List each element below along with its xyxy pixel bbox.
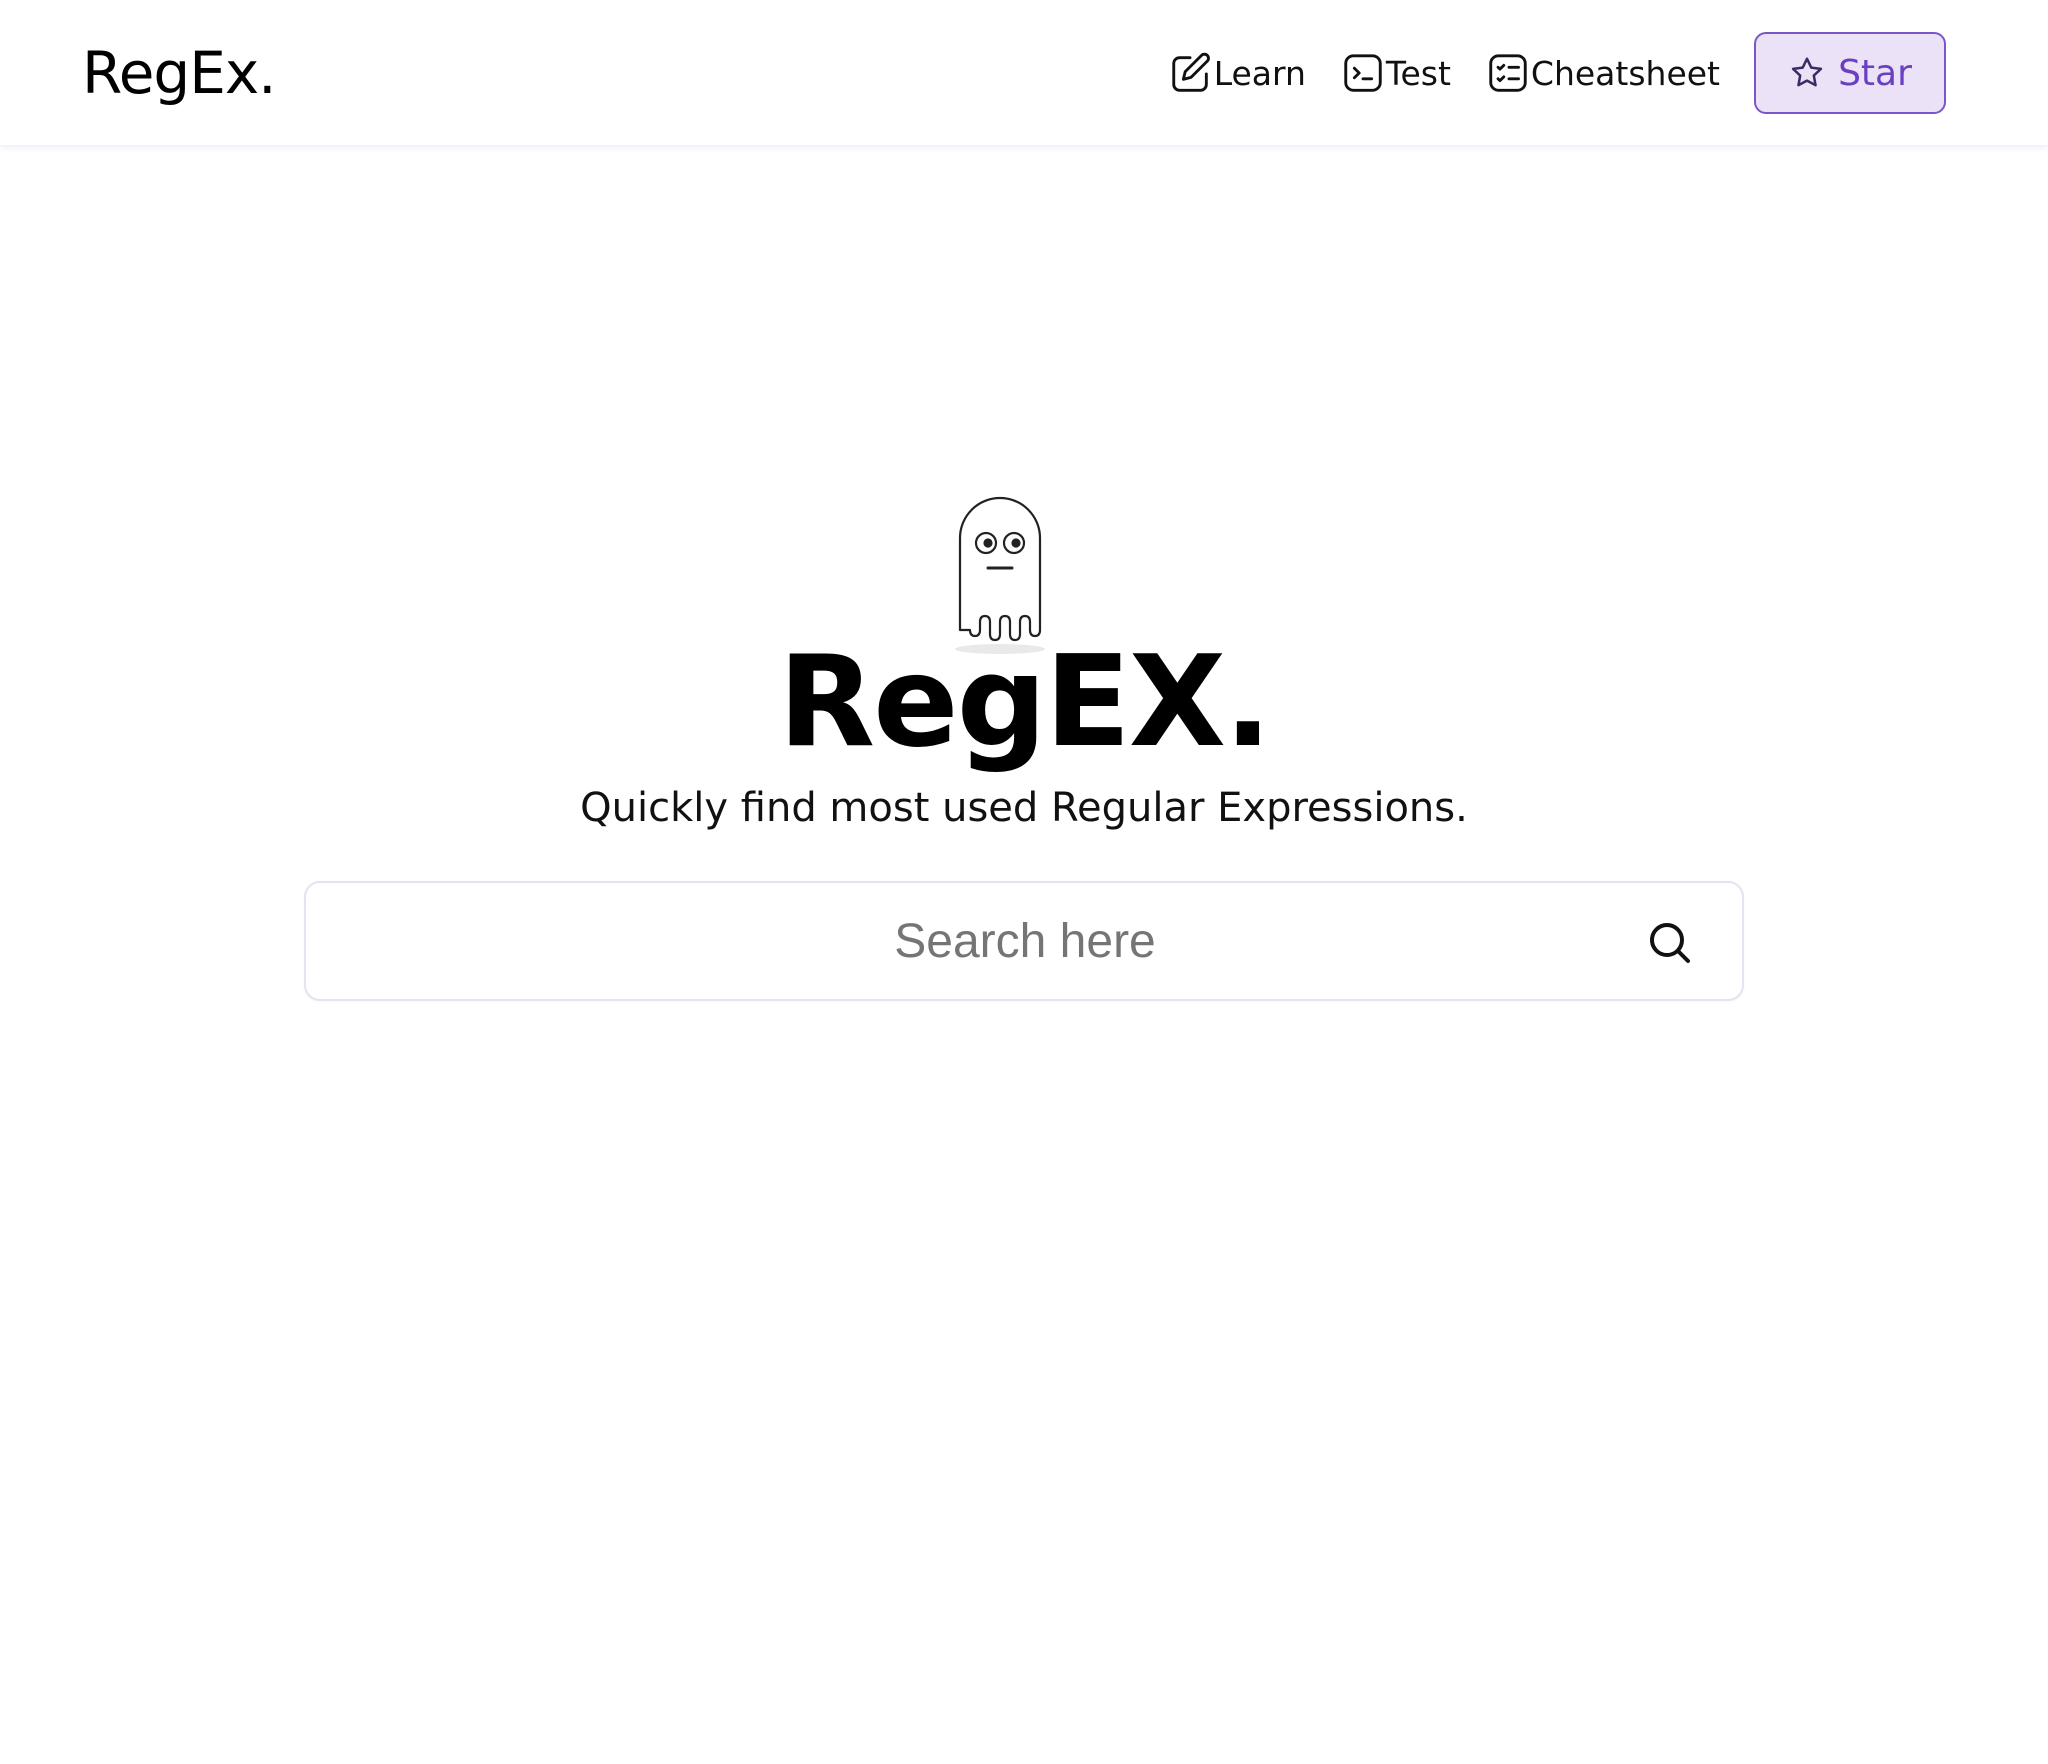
nav-cheatsheet[interactable]: Cheatsheet (1485, 50, 1720, 96)
star-button-label: Star (1838, 52, 1912, 94)
search-input[interactable] (306, 883, 1626, 999)
star-icon (1791, 57, 1823, 87)
edit-icon (1172, 52, 1210, 92)
star-button[interactable]: Star (1754, 32, 1946, 114)
nav-learn[interactable]: Learn (1168, 50, 1306, 96)
main-nav: Learn Test Cheatsheet Star (1168, 32, 1946, 114)
nav-test[interactable]: Test (1340, 50, 1451, 96)
search-icon[interactable] (1646, 919, 1694, 967)
search-bar (304, 881, 1744, 1001)
hero-tagline: Quickly find most used Regular Expressio… (580, 785, 1468, 831)
site-logo[interactable]: RegEx. (82, 36, 277, 110)
terminal-icon (1344, 54, 1382, 92)
nav-learn-label: Learn (1213, 53, 1306, 93)
nav-test-label: Test (1385, 53, 1451, 93)
nav-cheatsheet-label: Cheatsheet (1530, 53, 1720, 93)
hero-title: RegEX. (778, 628, 1272, 775)
top-navbar: RegEx. Learn Test Cheatsheet Star (0, 0, 2048, 146)
checklist-icon (1489, 54, 1527, 92)
